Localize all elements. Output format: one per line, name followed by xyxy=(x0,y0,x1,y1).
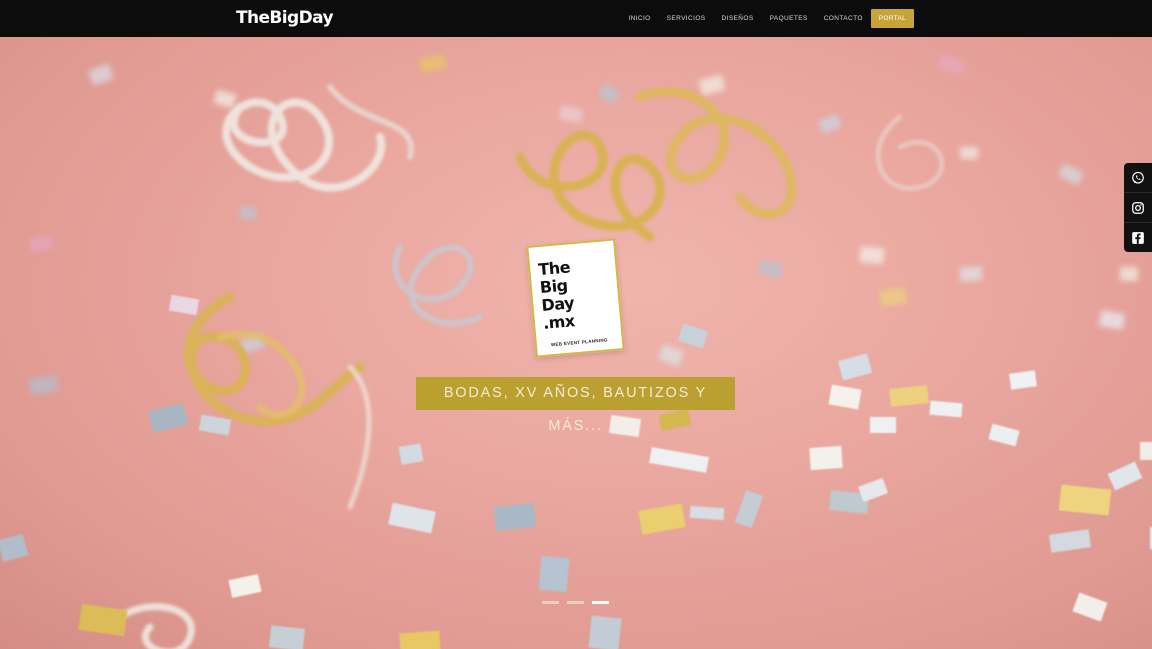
nav-item-disenos[interactable]: DISEÑOS xyxy=(714,9,762,28)
navbar: TheBigDay INICIO SERVICIOS DISEÑOS PAQUE… xyxy=(0,0,1152,37)
facebook-button[interactable] xyxy=(1124,223,1152,252)
facebook-icon xyxy=(1132,231,1144,244)
carousel-indicators xyxy=(542,601,609,604)
hero-carousel: The Big Day .mx WEB EVENT PLANNING BODAS… xyxy=(0,37,1152,649)
whatsapp-icon xyxy=(1132,171,1144,184)
logo-line-mx: .mx xyxy=(542,311,576,333)
nav-item-inicio[interactable]: INICIO xyxy=(620,9,658,28)
hero-logo-text: The Big Day .mx xyxy=(538,255,614,333)
brand-logo[interactable]: TheBigDay xyxy=(236,8,334,28)
hero-logo-card: The Big Day .mx WEB EVENT PLANNING xyxy=(526,238,625,358)
carousel-indicator-3[interactable] xyxy=(592,601,609,604)
instagram-button[interactable] xyxy=(1124,193,1152,223)
nav-menu: INICIO SERVICIOS DISEÑOS PAQUETES CONTAC… xyxy=(620,9,914,28)
instagram-icon xyxy=(1132,201,1144,214)
whatsapp-button[interactable] xyxy=(1124,163,1152,193)
social-sidebar xyxy=(1124,163,1152,252)
logo-subtitle: WEB EVENT PLANNING xyxy=(550,337,608,348)
carousel-indicator-2[interactable] xyxy=(567,601,584,604)
carousel-indicator-1[interactable] xyxy=(542,601,559,604)
nav-item-paquetes[interactable]: PAQUETES xyxy=(762,9,816,28)
portal-button[interactable]: PORTAL xyxy=(870,9,914,28)
hero-tagline: BODAS, XV AÑOS, BAUTIZOS Y MÁS... xyxy=(416,377,735,434)
nav-item-servicios[interactable]: SERVICIOS xyxy=(659,9,714,28)
nav-item-contacto[interactable]: CONTACTO xyxy=(816,9,871,28)
